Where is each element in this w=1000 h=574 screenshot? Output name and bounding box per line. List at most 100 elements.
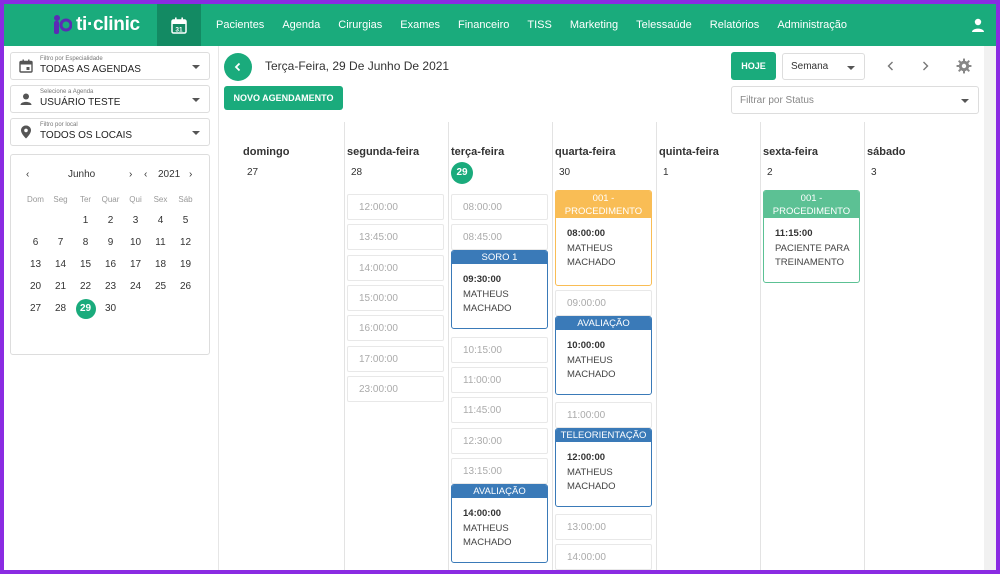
nav-relatorios[interactable]: Relatórios (710, 19, 760, 31)
mini-calendar-day[interactable]: 5 (176, 211, 196, 231)
next-month-icon[interactable]: › (129, 169, 132, 180)
mini-calendar-day[interactable]: 15 (76, 255, 96, 275)
especialidade-select[interactable]: Filtro por Especialidade TODAS AS AGENDA… (10, 52, 210, 80)
free-slot[interactable]: 16:00:00 (347, 315, 444, 341)
next-week-icon[interactable] (918, 59, 932, 73)
top-navbar: ti·clinic 31 Pacientes Agenda Cirurgias … (4, 4, 996, 46)
appointment-card[interactable]: SORO 1 09:30:00 MATHEUS MACHADO (451, 250, 548, 329)
day-name: domingo (243, 146, 290, 158)
mini-calendar-day[interactable]: 4 (151, 211, 171, 231)
free-slot[interactable]: 23:00:00 (347, 376, 444, 402)
mini-calendar-day[interactable]: 13 (26, 255, 46, 275)
status-filter-select[interactable]: Filtrar por Status (731, 86, 979, 114)
back-button[interactable] (224, 53, 252, 81)
free-slot[interactable]: 14:00:00 (347, 255, 444, 281)
mini-calendar-day[interactable]: 16 (101, 255, 121, 275)
day-number[interactable]: 1 (663, 167, 669, 178)
free-slot[interactable]: 09:00:00 (555, 290, 652, 316)
mini-calendar-day[interactable]: 20 (26, 277, 46, 297)
mini-calendar-day[interactable]: 22 (76, 277, 96, 297)
day-number[interactable]: 3 (871, 167, 877, 178)
free-slot[interactable]: 12:30:00 (451, 428, 548, 454)
mini-calendar-day[interactable]: 14 (51, 255, 71, 275)
free-slot[interactable]: 08:45:00 (451, 224, 548, 250)
nav-telessaude[interactable]: Telessaúde (636, 19, 692, 31)
prev-week-icon[interactable] (884, 59, 898, 73)
next-year-icon[interactable]: › (189, 169, 192, 180)
free-slot[interactable]: 13:15:00 (451, 458, 548, 484)
free-slot[interactable]: 11:45:00 (451, 397, 548, 423)
nav-agenda[interactable]: Agenda (282, 19, 320, 31)
free-slot[interactable]: 17:00:00 (347, 346, 444, 372)
today-button[interactable]: HOJE (731, 52, 776, 80)
nav-cirurgias[interactable]: Cirurgias (338, 19, 382, 31)
nav-pacientes[interactable]: Pacientes (216, 19, 264, 31)
nav-exames[interactable]: Exames (400, 19, 440, 31)
user-icon[interactable] (970, 17, 986, 33)
appointment-card[interactable]: 001 - PROCEDIMENTO 08:00:00 MATHEUS MACH… (555, 190, 652, 286)
logo-text: ti·clinic (76, 14, 140, 35)
prev-month-icon[interactable]: ‹ (26, 169, 29, 180)
day-number[interactable]: 30 (559, 167, 570, 178)
mini-calendar-day[interactable]: 19 (176, 255, 196, 275)
mini-calendar-day[interactable]: 17 (126, 255, 146, 275)
mini-calendar-day[interactable]: 10 (126, 233, 146, 253)
mini-calendar-day[interactable]: 8 (76, 233, 96, 253)
free-slot[interactable]: 15:00:00 (347, 285, 444, 311)
free-slot[interactable]: 12:00:00 (347, 194, 444, 220)
month-label[interactable]: Junho (68, 169, 95, 180)
free-slot[interactable]: 13:45:00 (347, 224, 444, 250)
mini-calendar-day[interactable]: 23 (101, 277, 121, 297)
view-select[interactable]: Semana (782, 53, 865, 80)
mini-calendar-day[interactable]: 24 (126, 277, 146, 297)
mini-calendar-day[interactable]: 3 (126, 211, 146, 231)
nav-administracao[interactable]: Administração (777, 19, 847, 31)
day-number[interactable]: 2 (767, 167, 773, 178)
calendar-tab[interactable]: 31 (157, 4, 201, 46)
appointment-card[interactable]: TELEORIENTAÇÃO 12:00:00 MATHEUS MACHADO (555, 428, 652, 507)
nav-marketing[interactable]: Marketing (570, 19, 618, 31)
appointment-time: 10:00:00 (567, 340, 606, 351)
mini-calendar-day[interactable]: 6 (26, 233, 46, 253)
appointment-card[interactable]: AVALIAÇÃO 14:00:00 MATHEUS MACHADO (451, 484, 548, 563)
nav-financeiro[interactable]: Financeiro (458, 19, 509, 31)
mini-calendar-day[interactable]: 26 (176, 277, 196, 297)
column-divider (344, 122, 345, 570)
free-slot[interactable]: 11:00:00 (451, 367, 548, 393)
mini-calendar-day[interactable]: 21 (51, 277, 71, 297)
free-slot[interactable]: 11:00:00 (555, 402, 652, 428)
weekday-label: Ter (79, 195, 92, 204)
local-select[interactable]: Filtro por local TODOS OS LOCAIS (10, 118, 210, 146)
mini-calendar-day[interactable]: 12 (176, 233, 196, 253)
scrollbar[interactable] (984, 46, 996, 570)
agenda-select[interactable]: Selecione a Agenda USUÁRIO TESTE (10, 85, 210, 113)
appointment-card[interactable]: 001 - PROCEDIMENTO 11:15:00 PACIENTE PAR… (763, 190, 860, 283)
mini-calendar-day[interactable]: 28 (51, 299, 71, 319)
nav-tiss[interactable]: TISS (527, 19, 551, 31)
day-number[interactable]: 27 (247, 167, 258, 178)
logo[interactable]: ti·clinic (52, 12, 140, 38)
mini-calendar-day[interactable]: 7 (51, 233, 71, 253)
mini-calendar-day[interactable]: 27 (26, 299, 46, 319)
mini-calendar-day[interactable]: 18 (151, 255, 171, 275)
mini-calendar-day[interactable]: 2 (101, 211, 121, 231)
day-number[interactable]: 28 (351, 167, 362, 178)
gear-icon[interactable] (956, 58, 972, 74)
free-slot[interactable]: 14:00:00 (555, 544, 652, 570)
year-label[interactable]: 2021 (158, 169, 180, 180)
new-appointment-button[interactable]: NOVO AGENDAMENTO (224, 86, 343, 110)
mini-calendar-day[interactable]: 9 (101, 233, 121, 253)
mini-calendar-day[interactable]: 30 (101, 299, 121, 319)
appointment-card[interactable]: AVALIAÇÃO 10:00:00 MATHEUS MACHADO (555, 316, 652, 395)
free-slot[interactable]: 08:00:00 (451, 194, 548, 220)
mini-calendar-day-selected[interactable]: 29 (75, 299, 96, 319)
mini-calendar-day[interactable]: 25 (151, 277, 171, 297)
mini-calendar-day[interactable]: 1 (76, 211, 96, 231)
mini-calendar-day[interactable]: 11 (151, 233, 171, 253)
chevron-left-icon (234, 62, 241, 72)
today-day-number[interactable]: 29 (451, 162, 473, 184)
free-slot[interactable]: 13:00:00 (555, 514, 652, 540)
prev-year-icon[interactable]: ‹ (144, 169, 147, 180)
day-name: sábado (867, 146, 906, 158)
free-slot[interactable]: 10:15:00 (451, 337, 548, 363)
